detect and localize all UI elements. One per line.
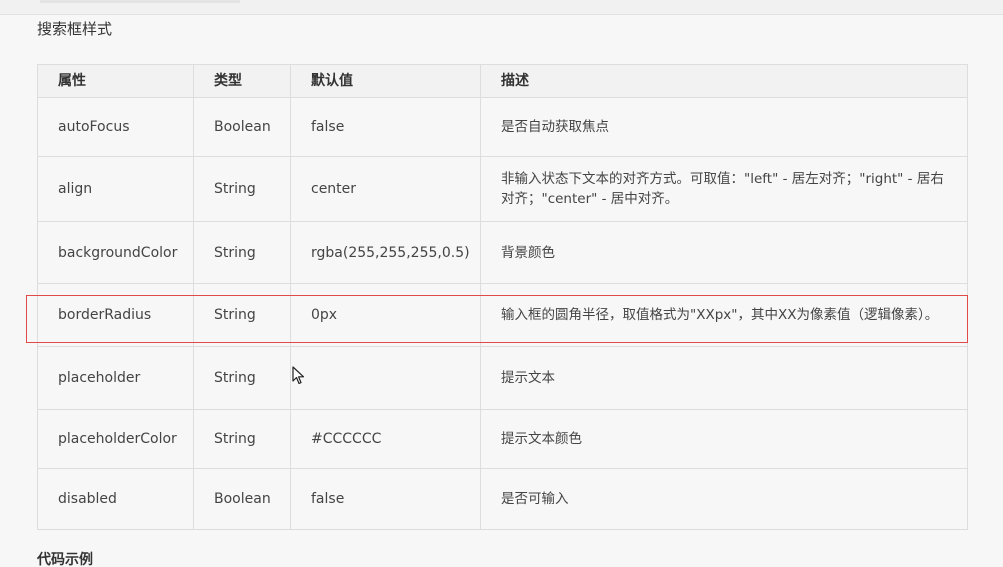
cell-default: false (290, 97, 481, 157)
table-row: placeholderColor String #CCCCCC 提示文本颜色 (37, 409, 968, 469)
table-row: backgroundColor String rgba(255,255,255,… (37, 221, 968, 284)
cell-description: 是否自动获取焦点 (480, 97, 968, 157)
header-description: 描述 (480, 64, 968, 98)
top-tab-hint (40, 0, 240, 3)
cell-property: align (37, 156, 194, 222)
cell-default (290, 346, 481, 410)
cell-type: String (193, 283, 291, 347)
cell-type: String (193, 156, 291, 222)
code-example-title: 代码示例 (37, 552, 93, 567)
cell-default: #CCCCCC (290, 409, 481, 469)
properties-table: 属性 类型 默认值 描述 autoFocus Boolean false 是否自… (37, 64, 968, 530)
top-strip (0, 0, 1003, 15)
cell-description: 提示文本颜色 (480, 409, 968, 469)
cell-description: 提示文本 (480, 346, 968, 410)
table-row: placeholder String 提示文本 (37, 346, 968, 410)
cell-property: backgroundColor (37, 221, 194, 284)
cell-description: 输入框的圆角半径，取值格式为"XXpx"，其中XX为像素值（逻辑像素）。 (480, 283, 968, 347)
header-property: 属性 (37, 64, 194, 98)
cell-description: 背景颜色 (480, 221, 968, 284)
table-row: align String center 非输入状态下文本的对齐方式。可取值："l… (37, 156, 968, 222)
table-row: disabled Boolean false 是否可输入 (37, 468, 968, 530)
cell-type: Boolean (193, 97, 291, 157)
cell-default: false (290, 468, 481, 530)
cell-property: placeholderColor (37, 409, 194, 469)
doc-page: 搜索框样式 属性 类型 默认值 描述 autoFocus Boolean fal… (0, 0, 1003, 567)
section-title: 搜索框样式 (37, 20, 113, 38)
cell-type: String (193, 346, 291, 410)
cell-type: String (193, 409, 291, 469)
cell-description: 非输入状态下文本的对齐方式。可取值："left" - 居左对齐；"right" … (480, 156, 968, 222)
table-header-row: 属性 类型 默认值 描述 (37, 64, 968, 98)
cell-type: String (193, 221, 291, 284)
cell-property: disabled (37, 468, 194, 530)
header-type: 类型 (193, 64, 291, 98)
cell-description: 是否可输入 (480, 468, 968, 530)
cell-property: placeholder (37, 346, 194, 410)
cell-property: borderRadius (37, 283, 194, 347)
table-row: autoFocus Boolean false 是否自动获取焦点 (37, 97, 968, 157)
table-row: borderRadius String 0px 输入框的圆角半径，取值格式为"X… (37, 283, 968, 347)
cell-property: autoFocus (37, 97, 194, 157)
mouse-pointer-icon (292, 366, 305, 385)
cell-default: 0px (290, 283, 481, 347)
cell-default: center (290, 156, 481, 222)
cell-type: Boolean (193, 468, 291, 530)
cell-default: rgba(255,255,255,0.5) (290, 221, 481, 284)
header-default: 默认值 (290, 64, 481, 98)
